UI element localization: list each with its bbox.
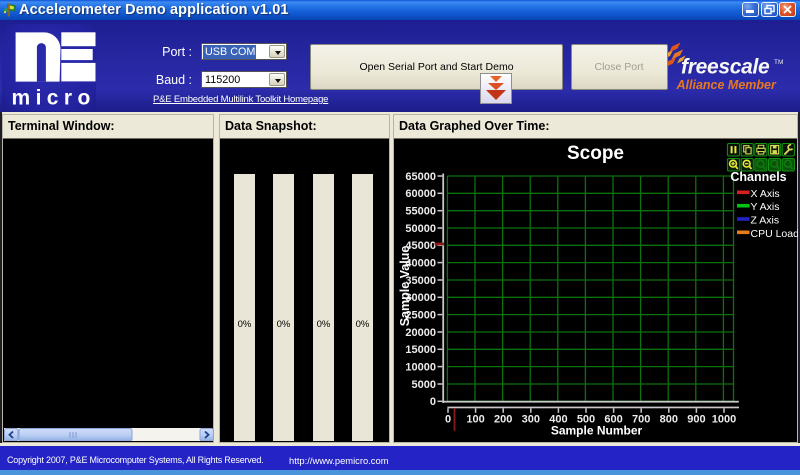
svg-text:1000: 1000 — [712, 414, 736, 426]
svg-text:TM: TM — [774, 59, 783, 66]
svg-text:5000: 5000 — [412, 379, 436, 391]
svg-text:micro: micro — [12, 87, 96, 110]
svg-text:CPU Load: CPU Load — [751, 228, 799, 240]
svg-text:15000: 15000 — [405, 344, 436, 356]
svg-text:freescale: freescale — [681, 56, 770, 79]
svg-text:20000: 20000 — [405, 327, 436, 339]
svg-text:Sample Value: Sample Value — [398, 246, 412, 327]
svg-text:X Axis: X Axis — [751, 188, 780, 200]
svg-text:300: 300 — [522, 414, 540, 426]
svg-text:Z Axis: Z Axis — [751, 215, 780, 227]
svg-text:0: 0 — [445, 414, 451, 426]
svg-text:Alliance Member: Alliance Member — [676, 78, 777, 92]
svg-text:Sample Number: Sample Number — [551, 424, 643, 438]
svg-text:800: 800 — [660, 414, 678, 426]
svg-text:200: 200 — [494, 414, 512, 426]
svg-text:Y Axis: Y Axis — [751, 201, 780, 213]
svg-text:55000: 55000 — [405, 206, 436, 218]
svg-text:0: 0 — [430, 396, 436, 408]
svg-text:900: 900 — [687, 414, 705, 426]
svg-text:60000: 60000 — [405, 188, 436, 200]
svg-text:65000: 65000 — [405, 171, 436, 183]
svg-text:100: 100 — [466, 414, 484, 426]
svg-text:50000: 50000 — [405, 223, 436, 235]
svg-text:10000: 10000 — [405, 361, 436, 373]
svg-text:Channels: Channels — [730, 170, 786, 184]
svg-text:Scope: Scope — [567, 143, 624, 164]
